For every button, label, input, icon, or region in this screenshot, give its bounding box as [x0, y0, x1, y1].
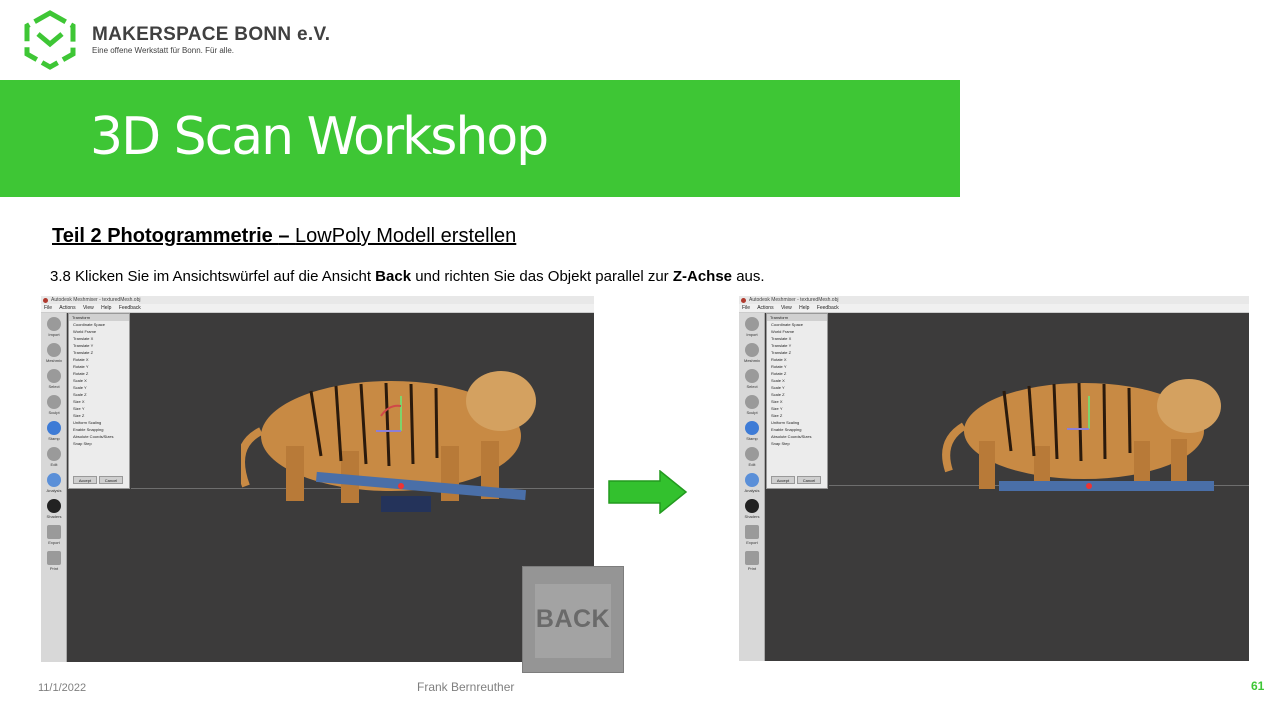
tool-analysis[interactable]: Analysis: [743, 473, 761, 495]
edit-icon: [47, 447, 61, 461]
org-tagline: Eine offene Werkstatt für Bonn. Für alle…: [92, 46, 234, 55]
view-cube-face[interactable]: BACK: [535, 584, 611, 658]
tool-export[interactable]: Export: [45, 525, 63, 547]
transform-panel: Transform Coordinate Space World Frame T…: [68, 313, 130, 489]
footer-author: Frank Bernreuther: [417, 680, 515, 694]
print-icon: [745, 551, 759, 565]
sculpt-icon: [745, 395, 759, 409]
instruction-middle: und richten Sie das Objekt parallel zur: [411, 268, 673, 285]
shaders-icon: [47, 499, 61, 513]
print-icon: [47, 551, 61, 565]
meshmix-icon: [745, 343, 759, 357]
makerspace-logo: [24, 10, 76, 70]
accept-button[interactable]: Accept: [73, 476, 97, 484]
stamp-icon: [47, 421, 61, 435]
edit-icon: [745, 447, 759, 461]
section-dash: –: [278, 225, 296, 247]
footer-date: 11/1/2022: [38, 682, 87, 694]
accept-button[interactable]: Accept: [771, 476, 795, 484]
tool-print[interactable]: Print: [743, 551, 761, 573]
menu-help[interactable]: Help: [799, 305, 809, 311]
instruction-axis: Z-Achse: [672, 268, 733, 285]
instruction-suffix: aus.: [732, 268, 765, 285]
tool-print[interactable]: Print: [45, 551, 63, 573]
section-heading: Teil 2 Photogrammetrie – LowPoly Modell …: [52, 225, 516, 248]
tool-meshmix[interactable]: Meshmix: [45, 343, 63, 365]
tool-sidebar: Import Meshmix Select Sculpt Stamp Edit …: [41, 313, 67, 662]
menu-bar: File Actions View Help Feedback: [739, 304, 1249, 313]
export-icon: [745, 525, 759, 539]
menu-actions[interactable]: Actions: [757, 305, 773, 311]
section-part: Teil 2 Photogrammetrie: [52, 225, 279, 247]
arrow-right-icon: [608, 470, 688, 514]
app-icon: [741, 298, 746, 303]
sculpt-icon: [47, 395, 61, 409]
stamp-icon: [745, 421, 759, 435]
menu-actions[interactable]: Actions: [59, 305, 75, 311]
menu-view[interactable]: View: [781, 305, 792, 311]
menu-feedback[interactable]: Feedback: [119, 305, 141, 311]
menu-bar: File Actions View Help Feedback: [41, 304, 594, 313]
tiger-model: [241, 371, 536, 512]
org-name: MAKERSPACE BONN e.V.: [92, 24, 331, 45]
analysis-icon: [47, 473, 61, 487]
coordinate-select[interactable]: World Frame: [69, 328, 129, 335]
menu-view[interactable]: View: [83, 305, 94, 311]
shaders-icon: [745, 499, 759, 513]
tool-shaders[interactable]: Shaders: [743, 499, 761, 521]
tool-stamp[interactable]: Stamp: [743, 421, 761, 443]
transform-panel: Transform Coordinate Space World Frame T…: [766, 313, 828, 489]
tool-edit[interactable]: Edit: [45, 447, 63, 469]
page-title: 3D Scan Workshop: [90, 107, 549, 167]
analysis-icon: [745, 473, 759, 487]
view-cube-label: BACK: [535, 605, 611, 633]
screenshot-before: Autodesk Meshmixer - texturedMesh.obj Fi…: [41, 296, 594, 662]
tool-sculpt[interactable]: Sculpt: [743, 395, 761, 417]
screenshot-after: Autodesk Meshmixer - texturedMesh.obj Fi…: [739, 296, 1249, 661]
window-title: Autodesk Meshmixer - texturedMesh.obj: [749, 297, 839, 303]
app-icon: [43, 298, 48, 303]
meshmix-icon: [47, 343, 61, 357]
tool-shaders[interactable]: Shaders: [45, 499, 63, 521]
tool-edit[interactable]: Edit: [743, 447, 761, 469]
tool-select[interactable]: Select: [45, 369, 63, 391]
cancel-button[interactable]: Cancel: [99, 476, 123, 484]
tool-analysis[interactable]: Analysis: [45, 473, 63, 495]
cancel-button[interactable]: Cancel: [797, 476, 821, 484]
export-icon: [47, 525, 61, 539]
tiger-model: [942, 379, 1221, 491]
window-title: Autodesk Meshmixer - texturedMesh.obj: [51, 297, 141, 303]
tool-import[interactable]: Import: [743, 317, 761, 339]
tool-import[interactable]: Import: [45, 317, 63, 339]
tool-sidebar: Import Meshmix Select Sculpt Stamp Edit …: [739, 313, 765, 661]
instruction-prefix: 3.8 Klicken Sie im Ansichtswürfel auf di…: [50, 268, 376, 285]
coordinate-select[interactable]: World Frame: [767, 328, 827, 335]
tool-meshmix[interactable]: Meshmix: [743, 343, 761, 365]
window-titlebar: Autodesk Meshmixer - texturedMesh.obj: [739, 296, 1249, 304]
tool-sculpt[interactable]: Sculpt: [45, 395, 63, 417]
instruction-text: 3.8 Klicken Sie im Ansichtswürfel auf di…: [50, 268, 765, 285]
menu-file[interactable]: File: [742, 305, 750, 311]
section-topic: LowPoly Modell erstellen: [295, 225, 517, 247]
menu-feedback[interactable]: Feedback: [817, 305, 839, 311]
tool-export[interactable]: Export: [743, 525, 761, 547]
select-icon: [745, 369, 759, 383]
window-titlebar: Autodesk Meshmixer - texturedMesh.obj: [41, 296, 594, 304]
import-icon: [745, 317, 759, 331]
tool-select[interactable]: Select: [743, 369, 761, 391]
menu-file[interactable]: File: [44, 305, 52, 311]
view-cube-back[interactable]: BACK: [522, 566, 624, 673]
menu-help[interactable]: Help: [101, 305, 111, 311]
instruction-back: Back: [375, 268, 412, 285]
select-icon: [47, 369, 61, 383]
page-number: 61: [1251, 679, 1265, 693]
import-icon: [47, 317, 61, 331]
tool-stamp[interactable]: Stamp: [45, 421, 63, 443]
